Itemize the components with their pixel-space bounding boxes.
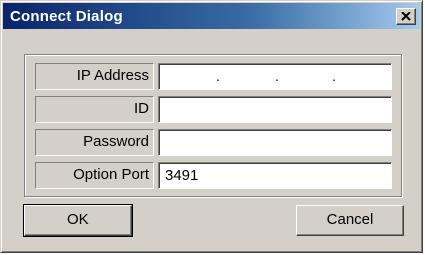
ip-separator: . — [216, 68, 220, 84]
ip-separator: . — [275, 68, 279, 84]
cancel-button[interactable]: Cancel — [296, 205, 404, 236]
ip-address-label: IP Address — [35, 63, 154, 90]
close-icon — [401, 12, 411, 21]
ip-address-field[interactable]: . . . — [158, 63, 392, 90]
ip-separator: . — [332, 68, 336, 84]
title-bar[interactable]: Connect Dialog — [3, 3, 420, 29]
close-button[interactable] — [396, 8, 416, 25]
id-label: ID — [35, 96, 154, 123]
window-title: Connect Dialog — [10, 8, 123, 25]
password-label: Password — [35, 129, 154, 156]
option-port-field[interactable]: 3491 — [158, 162, 392, 189]
ok-button[interactable]: OK — [23, 204, 133, 237]
connect-dialog-window: Connect Dialog IP Address . . . ID Passw… — [0, 0, 423, 253]
option-port-label: Option Port — [35, 162, 154, 189]
id-field[interactable] — [158, 96, 392, 123]
password-field[interactable] — [158, 129, 392, 156]
